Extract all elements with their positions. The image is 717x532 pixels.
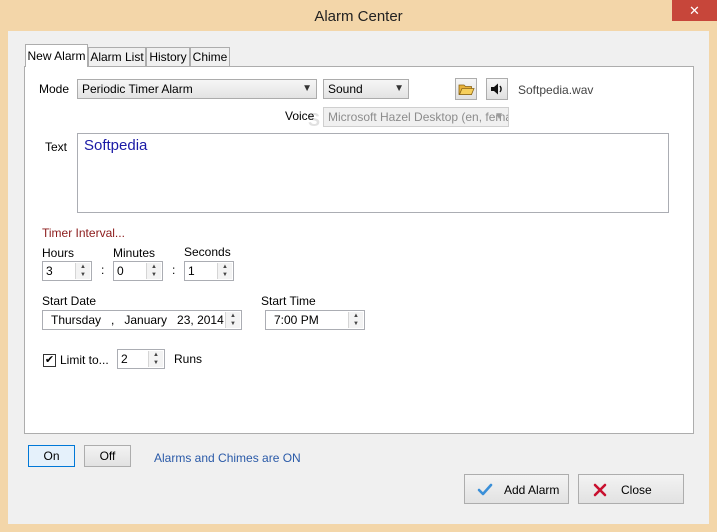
tab-alarm-list[interactable]: Alarm List xyxy=(88,47,146,66)
title-bar: Alarm Center ✕ xyxy=(0,0,717,31)
hours-value: 3 xyxy=(46,264,53,278)
chevron-down-icon: ▼ xyxy=(394,83,404,94)
sound-value: Sound xyxy=(328,82,363,96)
chevron-down-icon: ▼ xyxy=(494,111,504,122)
limit-checkbox[interactable]: ✔ xyxy=(43,354,56,367)
window-close-button[interactable]: ✕ xyxy=(672,0,717,21)
limit-runs-stepper[interactable]: 2 ▲ ▼ xyxy=(117,349,165,369)
play-sound-button[interactable] xyxy=(486,78,508,100)
voice-select[interactable]: Microsoft Hazel Desktop (en, fema ▼ xyxy=(323,107,509,127)
hours-label: Hours xyxy=(42,246,75,260)
spin-up-down-icon[interactable]: ▲ ▼ xyxy=(146,263,161,279)
alarm-status-text: Alarms and Chimes are ON xyxy=(154,451,301,465)
seconds-label: Seconds xyxy=(184,245,231,259)
checkmark-icon: ✔ xyxy=(44,354,55,366)
client-area: New Alarm Alarm List History Chime SOFTP… xyxy=(8,31,709,524)
voice-value: Microsoft Hazel Desktop (en, fema xyxy=(328,110,509,124)
spin-up-down-icon[interactable]: ▲ ▼ xyxy=(225,312,240,328)
mode-select[interactable]: Periodic Timer Alarm ▼ xyxy=(77,79,317,99)
add-alarm-label: Add Alarm xyxy=(504,483,560,497)
close-button[interactable]: Close xyxy=(578,474,684,504)
limit-label: Limit to... xyxy=(60,353,109,367)
alarm-text-input[interactable]: Softpedia xyxy=(77,133,669,213)
start-date-value: Thursday , January 23, 2014 xyxy=(51,313,224,327)
start-time-value: 7:00 PM xyxy=(274,313,319,327)
hours-stepper[interactable]: 3 ▲ ▼ xyxy=(42,261,92,281)
start-time-picker[interactable]: 7:00 PM ▲ ▼ xyxy=(265,310,365,330)
start-date-label: Start Date xyxy=(42,294,97,308)
spin-up-down-icon[interactable]: ▲ ▼ xyxy=(217,263,232,279)
mode-label: Mode xyxy=(39,82,70,96)
chevron-down-icon: ▼ xyxy=(302,83,312,94)
start-date-picker[interactable]: Thursday , January 23, 2014 ▲ ▼ xyxy=(42,310,242,330)
runs-label: Runs xyxy=(174,352,203,366)
voice-label: Voice xyxy=(285,109,315,123)
window-title: Alarm Center xyxy=(314,8,403,25)
tab-history[interactable]: History xyxy=(146,47,190,66)
spin-up-down-icon[interactable]: ▲ ▼ xyxy=(148,351,163,367)
start-time-label: Start Time xyxy=(261,294,316,308)
checkmark-icon xyxy=(477,483,493,496)
browse-sound-button[interactable] xyxy=(455,78,477,100)
minutes-value: 0 xyxy=(117,264,124,278)
off-button[interactable]: Off xyxy=(84,445,131,467)
on-button[interactable]: On xyxy=(28,445,75,467)
time-separator: : xyxy=(172,263,176,277)
red-x-icon xyxy=(593,483,607,497)
tab-new-alarm[interactable]: New Alarm xyxy=(25,44,88,67)
close-label: Close xyxy=(621,483,652,497)
new-alarm-panel: SOFTPEDIA Mode Periodic Timer Alarm ▼ So… xyxy=(24,66,694,434)
time-separator: : xyxy=(101,263,105,277)
seconds-value: 1 xyxy=(188,264,195,278)
tab-chime[interactable]: Chime xyxy=(190,47,230,66)
add-alarm-button[interactable]: Add Alarm xyxy=(464,474,569,504)
sound-file-name: Softpedia.wav xyxy=(518,83,594,97)
spin-up-down-icon[interactable]: ▲ ▼ xyxy=(348,312,363,328)
mode-value: Periodic Timer Alarm xyxy=(82,82,193,96)
minutes-stepper[interactable]: 0 ▲ ▼ xyxy=(113,261,163,281)
folder-open-icon xyxy=(458,84,475,95)
timer-interval-label: Timer Interval... xyxy=(42,226,125,240)
spin-up-down-icon[interactable]: ▲ ▼ xyxy=(75,263,90,279)
minutes-label: Minutes xyxy=(113,246,156,260)
limit-runs-value: 2 xyxy=(121,352,128,366)
speaker-icon xyxy=(491,83,502,95)
text-label: Text xyxy=(45,140,68,154)
seconds-stepper[interactable]: 1 ▲ ▼ xyxy=(184,261,234,281)
sound-select[interactable]: Sound ▼ xyxy=(323,79,409,99)
